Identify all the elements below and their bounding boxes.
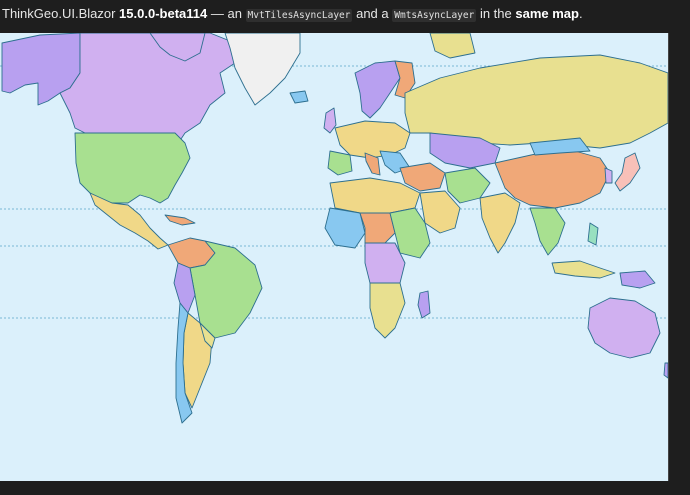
bottom-gutter (0, 481, 690, 495)
caption-layer2: WmtsAsyncLayer (392, 9, 477, 22)
right-gutter (669, 33, 690, 481)
caption-mid3: in the (476, 6, 516, 21)
caption-mid1: — an (207, 6, 246, 21)
caption-emphasis: same map (515, 6, 579, 21)
new-zealand (663, 362, 668, 379)
caption-suffix: . (578, 6, 583, 21)
map-viewport[interactable] (0, 33, 669, 481)
caption-mid2: and a (352, 6, 393, 21)
caption-version: 15.0.0-beta114 (119, 6, 208, 21)
korea (604, 167, 613, 184)
page-caption: ThinkGeo.UI.Blazor 15.0.0-beta114 — an M… (2, 6, 583, 26)
world-map[interactable] (0, 33, 668, 481)
caption-prefix: ThinkGeo.UI.Blazor (2, 6, 120, 21)
caption-layer1: MvtTilesAsyncLayer (245, 9, 353, 22)
app-window: ThinkGeo.UI.Blazor 15.0.0-beta114 — an M… (0, 0, 690, 495)
